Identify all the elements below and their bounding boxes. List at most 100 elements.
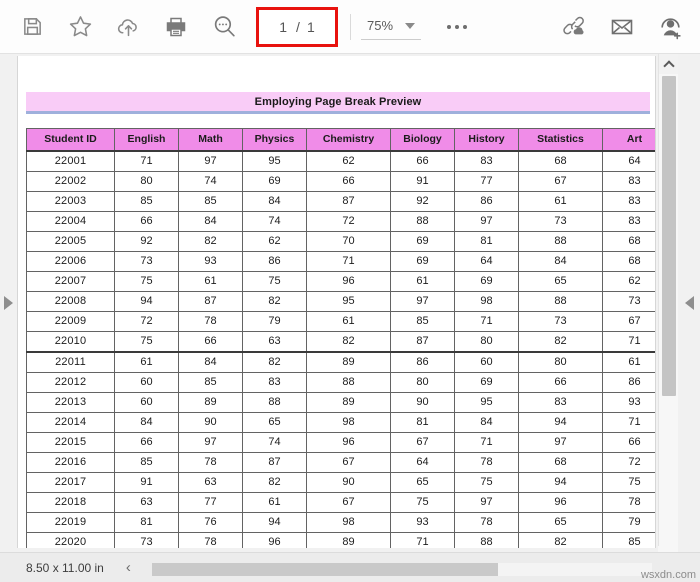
cell-history: 88: [454, 532, 519, 548]
page-indicator[interactable]: 1 / 1: [256, 6, 338, 47]
cell-art: 86: [602, 372, 655, 393]
cell-art: 83: [602, 171, 655, 192]
cell-student-id: 22016: [26, 452, 115, 473]
cloud-upload-icon[interactable]: [104, 5, 152, 49]
cell-physics: 82: [242, 351, 307, 373]
print-icon[interactable]: [152, 5, 200, 49]
cell-physics: 61: [242, 492, 307, 513]
cell-art: 68: [602, 251, 655, 272]
cell-english: 84: [114, 412, 179, 433]
cell-math: 87: [178, 291, 243, 312]
cell-physics: 96: [242, 532, 307, 548]
cell-math: 97: [178, 432, 243, 453]
cell-biology: 85: [390, 311, 455, 332]
dot-2: [455, 24, 460, 29]
cell-history: 83: [454, 150, 519, 172]
table-row: 220148490659881849471667: [26, 412, 655, 433]
cell-art: 83: [602, 211, 655, 232]
cell-chemistry: 96: [306, 271, 391, 292]
cell-physics: 74: [242, 432, 307, 453]
cell-physics: 82: [242, 291, 307, 312]
cell-statistics: 73: [518, 211, 603, 232]
cell-chemistry: 89: [306, 532, 391, 548]
cell-student-id: 22015: [26, 432, 115, 453]
cell-math: 74: [178, 171, 243, 192]
cell-history: 77: [454, 171, 519, 192]
left-panel-toggle[interactable]: [0, 54, 17, 552]
cell-art: 85: [602, 532, 655, 548]
table-row: 220116184828986608061603: [26, 351, 655, 373]
cell-art: 75: [602, 472, 655, 493]
cell-chemistry: 70: [306, 231, 391, 252]
more-options-button[interactable]: [431, 24, 483, 29]
cell-chemistry: 62: [306, 150, 391, 172]
scroll-up-button[interactable]: [659, 54, 679, 74]
cell-chemistry: 67: [306, 452, 391, 473]
cell-statistics: 97: [518, 432, 603, 453]
previous-page-button[interactable]: ‹: [126, 560, 131, 575]
page-size-label: 8.50 x 11.00 in: [26, 560, 104, 575]
cell-art: 61: [602, 351, 655, 373]
cell-chemistry: 72: [306, 211, 391, 232]
cell-statistics: 68: [518, 150, 603, 172]
table-row: 220059282627069818868612: [26, 231, 655, 252]
table-row: 220136089888990958393687: [26, 392, 655, 413]
vertical-scrollbar[interactable]: [658, 54, 679, 552]
cell-biology: 66: [390, 150, 455, 172]
cell-history: 95: [454, 392, 519, 413]
vertical-scroll-thumb[interactable]: [662, 76, 676, 396]
page-current-input[interactable]: 1: [279, 19, 287, 35]
cell-biology: 69: [390, 251, 455, 272]
table-row: 220097278796185717367586: [26, 311, 655, 332]
add-person-icon[interactable]: [646, 5, 694, 49]
cell-statistics: 94: [518, 412, 603, 433]
cell-art: 78: [602, 492, 655, 513]
cell-english: 61: [114, 351, 179, 373]
cell-statistics: 67: [518, 171, 603, 192]
cell-english: 60: [114, 372, 179, 393]
page-separator: /: [296, 18, 300, 35]
cell-student-id: 22012: [26, 372, 115, 393]
cell-english: 80: [114, 171, 179, 192]
cell-biology: 86: [390, 351, 455, 373]
column-header-student-id: Student ID: [26, 128, 115, 152]
toolbar: 1 / 1 75%: [0, 0, 700, 54]
cell-statistics: 68: [518, 452, 603, 473]
table-row: 220089487829597988873714: [26, 291, 655, 312]
spreadsheet-content: Employing Page Break Preview Student ID E…: [26, 92, 655, 548]
search-icon[interactable]: [200, 5, 248, 49]
cell-statistics: 88: [518, 291, 603, 312]
cell-biology: 80: [390, 372, 455, 393]
table-row: 220198176949893786579664: [26, 512, 655, 533]
save-icon[interactable]: [8, 5, 56, 49]
cell-history: 64: [454, 251, 519, 272]
cell-history: 71: [454, 311, 519, 332]
star-icon[interactable]: [56, 5, 104, 49]
cell-english: 85: [114, 191, 179, 212]
cell-student-id: 22005: [26, 231, 115, 252]
cell-biology: 92: [390, 191, 455, 212]
cell-english: 91: [114, 472, 179, 493]
cell-chemistry: 88: [306, 372, 391, 393]
chevron-down-icon[interactable]: [405, 22, 416, 29]
cell-history: 81: [454, 231, 519, 252]
column-header-math: Math: [178, 128, 243, 152]
cell-art: 72: [602, 452, 655, 473]
zoom-select[interactable]: 75%: [361, 14, 422, 40]
right-panel-toggle[interactable]: [678, 54, 700, 552]
cell-history: 60: [454, 351, 519, 373]
cell-english: 73: [114, 532, 179, 548]
cell-math: 78: [178, 452, 243, 473]
mail-icon[interactable]: [598, 5, 646, 49]
document-viewport[interactable]: Employing Page Break Preview Student ID E…: [0, 54, 700, 552]
cell-student-id: 22013: [26, 392, 115, 413]
link-cloud-icon[interactable]: [550, 5, 598, 49]
column-header-chemistry: Chemistry: [306, 128, 391, 152]
table-row: 220156697749667719766634: [26, 432, 655, 453]
horizontal-scrollbar[interactable]: [152, 563, 652, 576]
cell-art: 68: [602, 231, 655, 252]
cell-student-id: 22002: [26, 171, 115, 192]
cell-chemistry: 96: [306, 432, 391, 453]
horizontal-scroll-thumb[interactable]: [152, 563, 498, 576]
cell-art: 93: [602, 392, 655, 413]
